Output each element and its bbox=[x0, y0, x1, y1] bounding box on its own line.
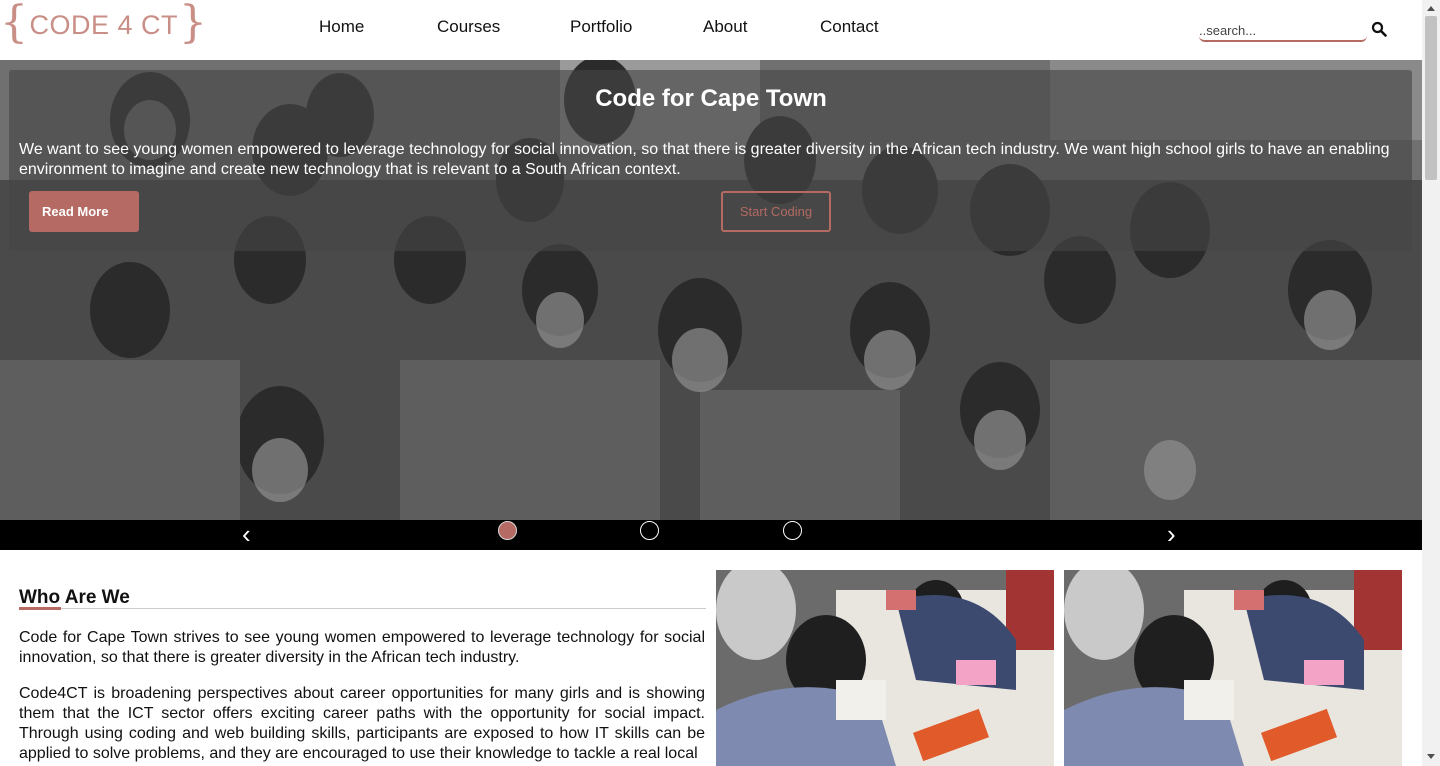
hero-carousel: Code for Cape Town We want to see young … bbox=[0, 60, 1422, 520]
site-header: { CODE 4 CT } Home Courses Portfolio Abo… bbox=[0, 0, 1422, 60]
nav-portfolio[interactable]: Portfolio bbox=[570, 17, 632, 37]
logo-right-brace: } bbox=[179, 0, 208, 48]
page-scrollbar[interactable] bbox=[1422, 0, 1440, 766]
carousel-dot-2[interactable] bbox=[640, 521, 659, 540]
logo-text: CODE 4 CT bbox=[29, 9, 179, 40]
scroll-down-arrow-icon[interactable] bbox=[1427, 754, 1435, 759]
who-are-we-heading: Who Are We bbox=[19, 587, 130, 608]
carousel-prev-arrow[interactable]: ‹ bbox=[242, 520, 251, 548]
scroll-up-arrow-icon[interactable] bbox=[1427, 6, 1435, 11]
who-paragraph-2: Code4CT is broadening perspectives about… bbox=[19, 685, 705, 762]
search-box bbox=[1199, 18, 1389, 42]
who-paragraph-1: Code for Cape Town strives to see young … bbox=[19, 629, 705, 666]
logo-left-brace: { bbox=[0, 0, 29, 48]
nav-home[interactable]: Home bbox=[319, 17, 364, 37]
nav-contact[interactable]: Contact bbox=[820, 17, 879, 37]
carousel-dot-3[interactable] bbox=[783, 521, 802, 540]
read-more-button[interactable]: Read More bbox=[29, 191, 139, 232]
carousel-controls: ‹ › bbox=[0, 520, 1422, 550]
students-coding-photo-2[interactable] bbox=[1064, 570, 1402, 766]
nav-about[interactable]: About bbox=[703, 17, 747, 37]
start-coding-button[interactable]: Start Coding bbox=[721, 191, 831, 232]
scrollbar-thumb[interactable] bbox=[1425, 16, 1437, 180]
hero-title: Code for Cape Town bbox=[595, 85, 827, 112]
carousel-dot-1[interactable] bbox=[498, 521, 517, 540]
carousel-next-arrow[interactable]: › bbox=[1167, 520, 1176, 548]
search-icon[interactable] bbox=[1371, 21, 1387, 37]
hero-description: We want to see young women empowered to … bbox=[19, 141, 1390, 178]
students-coding-photo-image bbox=[716, 570, 1054, 766]
students-coding-photo-1[interactable] bbox=[716, 570, 1054, 766]
heading-divider bbox=[19, 608, 706, 609]
heading-accent-underline bbox=[19, 607, 61, 610]
students-coding-photo-image bbox=[1064, 570, 1402, 766]
nav-courses[interactable]: Courses bbox=[437, 17, 500, 37]
logo[interactable]: { CODE 4 CT } bbox=[0, 0, 208, 50]
search-input[interactable] bbox=[1199, 18, 1367, 42]
